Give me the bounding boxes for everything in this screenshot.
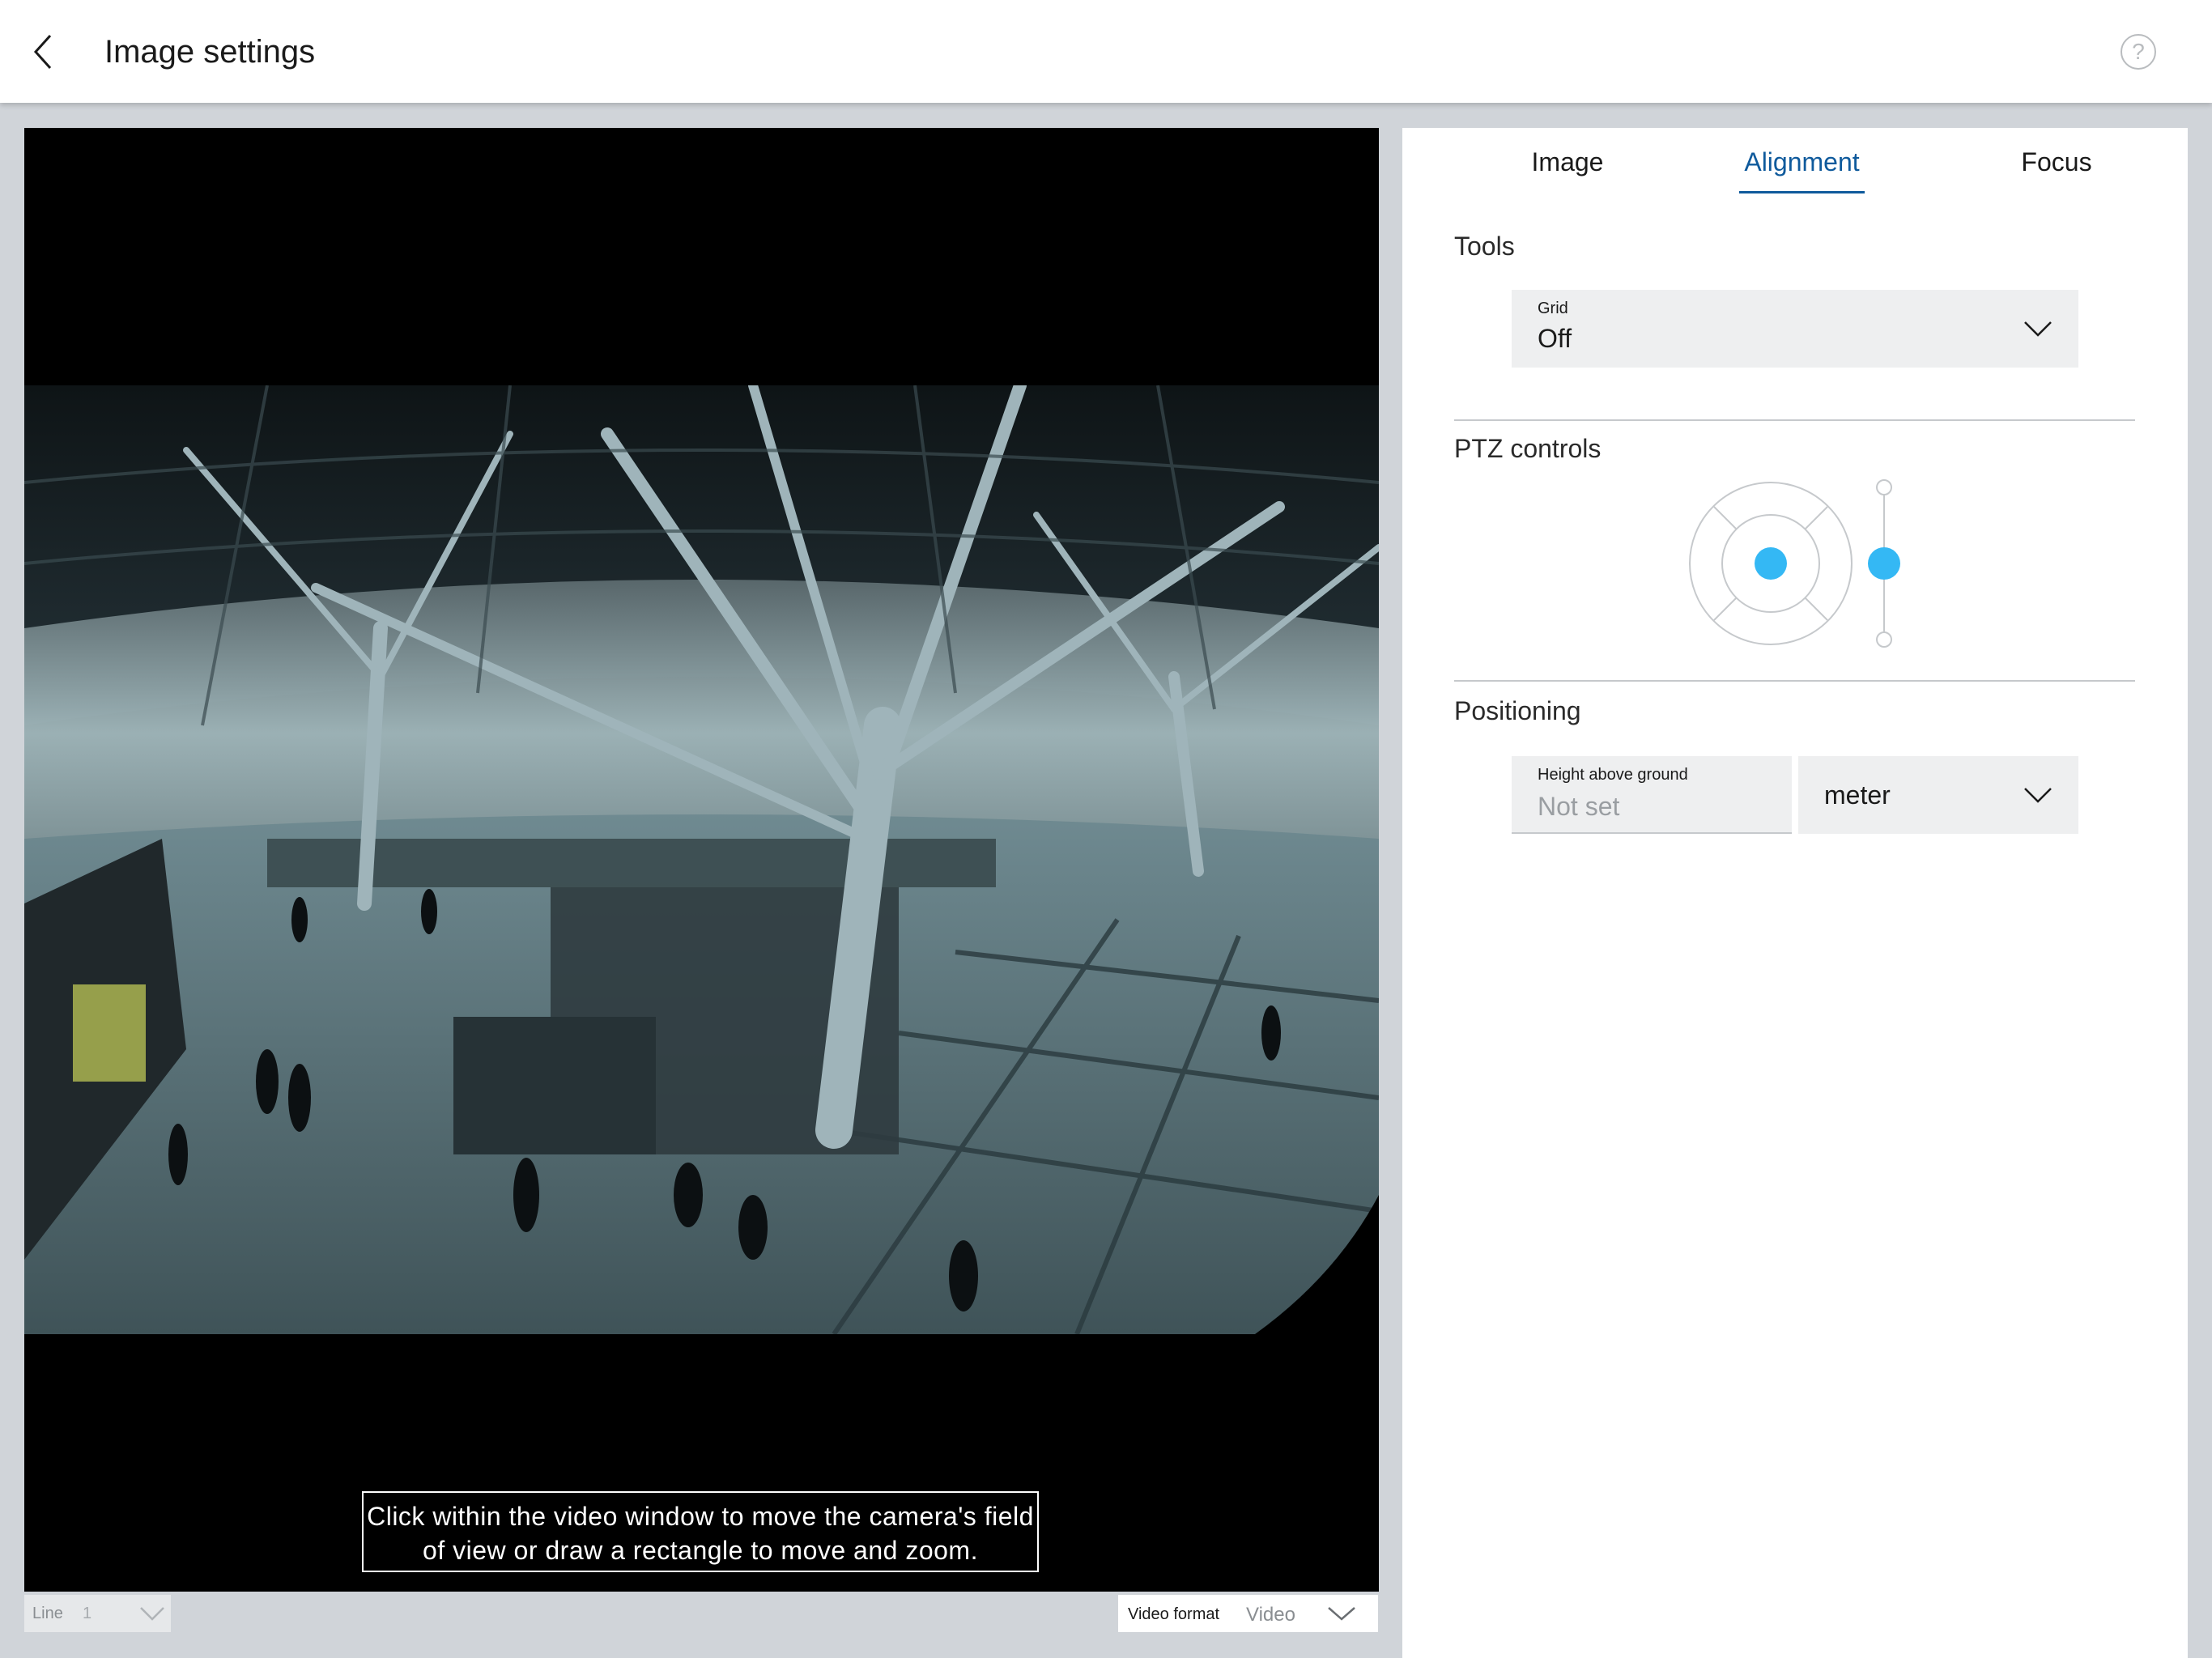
settings-panel: Image Alignment Focus Tools Grid Off PTZ…	[1402, 128, 2188, 1658]
chevron-down-icon	[140, 1607, 164, 1621]
zoom-slider-handle[interactable]	[1868, 547, 1900, 580]
page-title: Image settings	[104, 34, 316, 70]
help-circle-icon: ?	[2132, 39, 2145, 64]
chevron-down-icon	[2024, 321, 2052, 337]
grid-dropdown-value: Off	[1538, 324, 1572, 353]
section-divider	[1454, 680, 2135, 682]
video-hint-tooltip: Click within the video window to move th…	[362, 1491, 1039, 1572]
height-above-ground-label: Height above ground	[1538, 766, 1688, 784]
height-above-ground-field: Height above ground	[1512, 756, 1792, 834]
ptz-control	[1689, 479, 1900, 648]
video-window[interactable]: Click within the video window to move th…	[24, 128, 1379, 1592]
tab-bar: Image Alignment Focus	[1402, 128, 2188, 201]
positioning-section-title: Positioning	[1454, 696, 1581, 725]
app-header: Image settings ?	[0, 0, 2212, 103]
zoom-slider[interactable]	[1868, 479, 1900, 648]
section-divider	[1454, 419, 2135, 421]
line-select-value: 1	[83, 1605, 92, 1622]
pan-tilt-joystick[interactable]	[1689, 482, 1853, 645]
ptz-section-title: PTZ controls	[1454, 434, 1602, 463]
tab-focus[interactable]: Focus	[1992, 147, 2121, 177]
pan-tilt-handle[interactable]	[1755, 547, 1787, 580]
camera-feed-image	[24, 385, 1379, 1334]
tab-alignment[interactable]: Alignment	[1731, 147, 1873, 177]
video-format-value: Video	[1246, 1604, 1295, 1626]
unit-dropdown-value: meter	[1824, 780, 1891, 810]
line-select-label: Line	[32, 1605, 63, 1622]
active-tab-indicator	[1739, 191, 1865, 193]
chevron-left-icon	[33, 34, 52, 70]
chevron-down-icon	[2024, 788, 2052, 803]
tab-image[interactable]: Image	[1503, 147, 1632, 177]
grid-dropdown-label: Grid	[1538, 300, 1568, 317]
chevron-down-icon	[1328, 1607, 1355, 1621]
height-above-ground-input[interactable]	[1538, 789, 1772, 824]
grid-dropdown[interactable]: Grid Off	[1512, 290, 2078, 368]
unit-dropdown[interactable]: meter	[1798, 756, 2078, 834]
help-button[interactable]: ?	[2121, 34, 2156, 70]
tools-section-title: Tools	[1454, 232, 1515, 261]
video-format-select[interactable]: Video format Video	[1118, 1595, 1378, 1632]
video-format-label: Video format	[1128, 1605, 1220, 1623]
back-button[interactable]	[23, 31, 65, 73]
line-select[interactable]: Line 1	[24, 1595, 171, 1632]
